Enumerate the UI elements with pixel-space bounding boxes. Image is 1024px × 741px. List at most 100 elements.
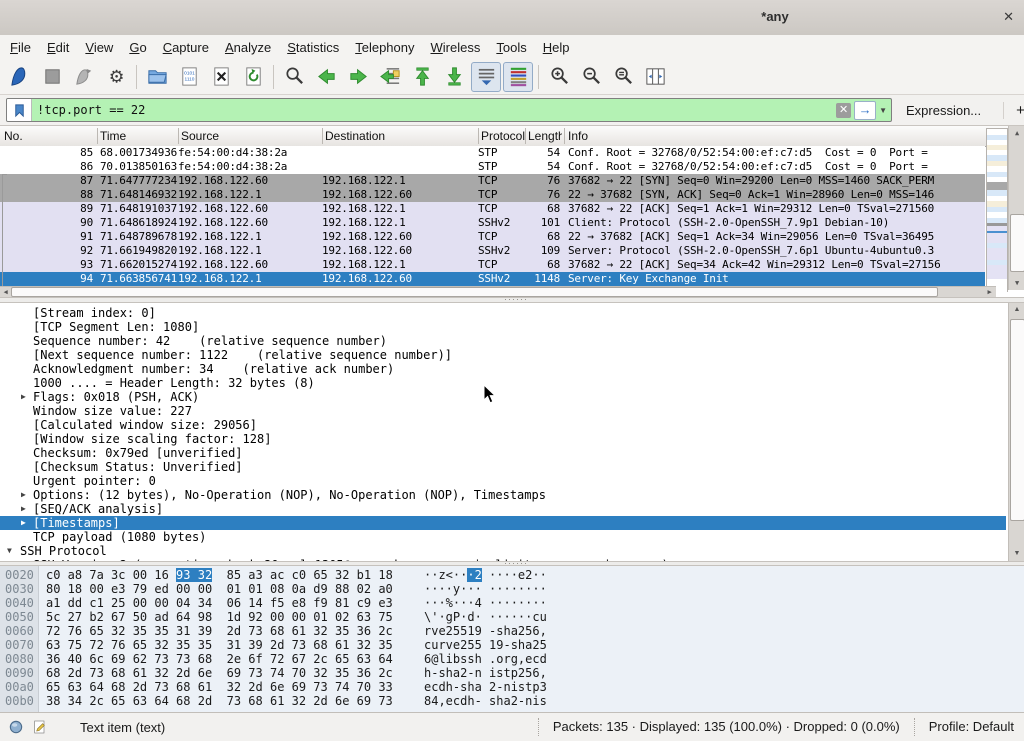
detail-line[interactable]: [Next sequence number: 1122 (relative se… <box>0 348 1006 362</box>
detail-vertical-scrollbar[interactable]: ▲ ▼ <box>1008 303 1024 561</box>
zoom-out-button[interactable] <box>576 62 606 92</box>
detail-line[interactable]: ▶Options: (12 bytes), No-Operation (NOP)… <box>0 488 1006 502</box>
collapse-icon[interactable]: ▼ <box>7 544 12 558</box>
column-header-no[interactable]: No. <box>4 126 94 146</box>
detail-line[interactable]: Urgent pointer: 0 <box>0 474 1006 488</box>
expand-icon[interactable]: ▶ <box>21 488 26 502</box>
packet-row-91[interactable]: 9171.648789678192.168.122.1192.168.122.6… <box>0 230 985 244</box>
filter-expression-text[interactable]: !tcp.port == 22 <box>32 103 836 117</box>
hex-row-0030[interactable]: 003080 18 00 e3 79 ed 00 00 01 01 08 0a … <box>0 582 1006 596</box>
scroll-down-icon[interactable]: ▼ <box>1009 276 1024 290</box>
go-forward-button[interactable] <box>343 62 373 92</box>
go-back-button[interactable] <box>311 62 341 92</box>
menu-file[interactable]: File <box>2 37 39 58</box>
profile-button[interactable]: Profile: Default <box>914 718 1014 736</box>
hex-row-00b0[interactable]: 00b038 34 2c 65 63 64 68 2d 73 68 61 32 … <box>0 694 1006 708</box>
zoom-original-button[interactable] <box>608 62 638 92</box>
packet-list-vertical-scrollbar[interactable]: ▲ ▼ <box>1008 126 1024 290</box>
detail-line[interactable]: [Stream index: 0] <box>0 306 1006 320</box>
column-header-source[interactable]: Source <box>181 126 322 146</box>
expand-icon[interactable]: ▶ <box>21 390 26 404</box>
detail-line[interactable]: [Window size scaling factor: 128] <box>0 432 1006 446</box>
zoom-in-button[interactable] <box>544 62 574 92</box>
filter-apply-button[interactable]: → <box>854 101 876 120</box>
expand-icon[interactable]: ▶ <box>21 502 26 516</box>
menu-view[interactable]: View <box>77 37 121 58</box>
column-header-time[interactable]: Time <box>100 126 178 146</box>
scrollbar-thumb[interactable] <box>11 287 938 297</box>
expert-info-icon[interactable] <box>8 719 24 735</box>
resize-columns-button[interactable] <box>640 62 670 92</box>
scrollbar-thumb[interactable] <box>1010 319 1024 521</box>
hex-row-0060[interactable]: 006072 76 65 32 35 35 31 39 2d 73 68 61 … <box>0 624 1006 638</box>
go-first-button[interactable] <box>407 62 437 92</box>
detail-line[interactable]: ▶Flags: 0x018 (PSH, ACK) <box>0 390 1006 404</box>
scroll-up-icon[interactable]: ▲ <box>1009 126 1024 140</box>
filter-bookmark-button[interactable] <box>7 99 32 121</box>
detail-line[interactable]: Window size value: 227 <box>0 404 1006 418</box>
filter-clear-button[interactable]: ✕ <box>836 103 851 118</box>
restart-capture-button[interactable] <box>69 62 99 92</box>
hex-row-0020[interactable]: 0020c0 a8 7a 3c 00 16 93 32 85 a3 ac c0 … <box>0 568 1006 582</box>
hex-row-0050[interactable]: 00505c 27 b2 67 50 ad 64 98 1d 92 00 00 … <box>0 610 1006 624</box>
menu-go[interactable]: Go <box>121 37 154 58</box>
hex-row-0040[interactable]: 0040a1 dd c1 25 00 00 04 34 06 14 f5 e8 … <box>0 596 1006 610</box>
scroll-up-icon[interactable]: ▲ <box>1009 303 1024 317</box>
column-header-info[interactable]: Info <box>568 126 983 146</box>
close-file-button[interactable] <box>206 62 236 92</box>
packet-row-86[interactable]: 8670.013850163fe:54:00:d4:38:2aSTP54Conf… <box>0 160 985 174</box>
packet-row-92[interactable]: 9271.661949820192.168.122.1192.168.122.6… <box>0 244 985 258</box>
capture-options-button[interactable]: ⚙ <box>101 62 131 92</box>
go-to-packet-button[interactable] <box>375 62 405 92</box>
detail-line[interactable]: ▼SSH Protocol <box>0 544 1006 558</box>
auto-scroll-button[interactable] <box>471 62 501 92</box>
packet-row-88[interactable]: 8871.648146932192.168.122.1192.168.122.6… <box>0 188 985 202</box>
column-header-destination[interactable]: Destination <box>325 126 478 146</box>
filter-dropdown-caret-icon[interactable]: ▼ <box>879 106 887 115</box>
reload-file-button[interactable] <box>238 62 268 92</box>
column-header-length[interactable]: Length <box>528 126 562 146</box>
packet-row-90[interactable]: 9071.648618924192.168.122.60192.168.122.… <box>0 216 985 230</box>
menu-capture[interactable]: Capture <box>155 37 217 58</box>
packet-row-94[interactable]: 9471.663856741192.168.122.1192.168.122.6… <box>0 272 985 286</box>
detail-line[interactable]: [Calculated window size: 29056] <box>0 418 1006 432</box>
packet-row-89[interactable]: 8971.648191037192.168.122.60192.168.122.… <box>0 202 985 216</box>
detail-line[interactable]: Sequence number: 42 (relative sequence n… <box>0 334 1006 348</box>
hex-row-0080[interactable]: 008036 40 6c 69 62 73 73 68 2e 6f 72 67 … <box>0 652 1006 666</box>
capture-comment-icon[interactable] <box>24 719 48 735</box>
menu-help[interactable]: Help <box>535 37 578 58</box>
expand-icon[interactable]: ▶ <box>21 516 26 530</box>
start-capture-button[interactable] <box>5 62 35 92</box>
packet-row-93[interactable]: 9371.662015274192.168.122.60192.168.122.… <box>0 258 985 272</box>
detail-line[interactable]: [Checksum Status: Unverified] <box>0 460 1006 474</box>
title-bar[interactable]: *any ✕ <box>0 0 1024 36</box>
stop-capture-button[interactable] <box>37 62 67 92</box>
colorize-packets-button[interactable] <box>503 62 533 92</box>
find-packet-button[interactable] <box>279 62 309 92</box>
menu-edit[interactable]: Edit <box>39 37 77 58</box>
add-filter-button[interactable]: + <box>1003 102 1024 119</box>
menu-tools[interactable]: Tools <box>488 37 534 58</box>
detail-line[interactable]: ▶[SEQ/ACK analysis] <box>0 502 1006 516</box>
expression-button[interactable]: Expression... <box>906 103 981 118</box>
packet-list-header[interactable]: No. TimeSourceDestinationProtocolLength In… <box>0 126 1024 147</box>
hex-row-0070[interactable]: 007063 75 72 76 65 32 35 35 31 39 2d 73 … <box>0 638 1006 652</box>
scrollbar-thumb[interactable] <box>1010 214 1024 272</box>
detail-line[interactable]: Checksum: 0x79ed [unverified] <box>0 446 1006 460</box>
detail-line[interactable]: TCP payload (1080 bytes) <box>0 530 1006 544</box>
packet-row-87[interactable]: 8771.647777234192.168.122.60192.168.122.… <box>0 174 985 188</box>
close-icon[interactable]: ✕ <box>1003 9 1014 25</box>
hex-row-00a0[interactable]: 00a065 63 64 68 2d 73 68 61 32 2d 6e 69 … <box>0 680 1006 694</box>
packet-row-85[interactable]: 8568.001734936fe:54:00:d4:38:2aSTP54Conf… <box>0 146 985 160</box>
menu-analyze[interactable]: Analyze <box>217 37 279 58</box>
hex-row-0090[interactable]: 009068 2d 73 68 61 32 2d 6e 69 73 74 70 … <box>0 666 1006 680</box>
detail-line[interactable]: [TCP Segment Len: 1080] <box>0 320 1006 334</box>
menu-telephony[interactable]: Telephony <box>347 37 422 58</box>
detail-line[interactable]: ▶[Timestamps] <box>0 516 1006 530</box>
save-file-button[interactable]: 01011110 <box>174 62 204 92</box>
menu-wireless[interactable]: Wireless <box>423 37 489 58</box>
go-last-button[interactable] <box>439 62 469 92</box>
detail-line[interactable]: 1000 .... = Header Length: 32 bytes (8) <box>0 376 1006 390</box>
column-header-protocol[interactable]: Protocol <box>481 126 525 146</box>
display-filter-input[interactable]: !tcp.port == 22 ✕ → ▼ <box>6 98 892 122</box>
